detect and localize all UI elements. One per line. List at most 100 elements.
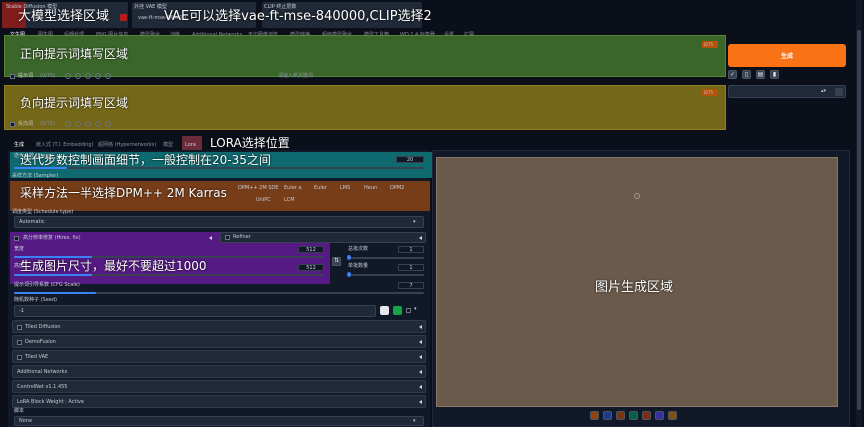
subtab-generate[interactable]: 生成	[14, 142, 24, 149]
schedule-label: 调度类型 (Schedule type)	[12, 209, 74, 215]
clear-icon[interactable]	[65, 121, 71, 127]
batch-size-slider[interactable]	[348, 274, 424, 276]
extension-row[interactable]: Tiled VAE	[12, 350, 426, 363]
collapse-left-icon	[419, 236, 422, 240]
image-icon[interactable]	[629, 411, 638, 420]
annotation-lora: LORA选择位置	[210, 136, 290, 150]
trash-icon[interactable]: ▯	[742, 70, 751, 79]
refiner-label: Refiner	[233, 234, 251, 240]
sampler-option[interactable]: DPM2	[390, 185, 404, 192]
extension-row[interactable]: DemoFusion	[12, 335, 426, 348]
seed-label: 随机数种子 (Seed)	[14, 297, 57, 303]
positive-token-count: 0/75	[702, 41, 718, 48]
negative-tool-icons	[65, 121, 125, 128]
steps-value[interactable]: 20	[396, 156, 424, 163]
extension-row[interactable]: Additional Networks	[12, 365, 426, 378]
output-toolbar	[590, 410, 686, 422]
sampler-option[interactable]: UniPC	[256, 197, 271, 204]
extension-checkbox[interactable]	[17, 340, 22, 345]
negative-toggle-checkbox[interactable]	[10, 122, 15, 127]
sampler-option[interactable]: Euler	[314, 185, 327, 192]
chevron-down-icon: ▾	[414, 306, 417, 312]
annotation-model: 大模型选择区域	[18, 9, 110, 24]
width-label: 宽度	[14, 246, 25, 252]
batch-size-handle[interactable]	[347, 272, 351, 277]
positive-tool-icons	[65, 73, 125, 80]
refresh-styles-icon[interactable]	[835, 88, 843, 96]
recycle-icon[interactable]	[393, 306, 402, 315]
dice-icon[interactable]	[380, 306, 389, 315]
vae-label: 外挂 VAE 模型	[134, 4, 167, 10]
negative-counter: (0/75)	[40, 121, 56, 127]
positive-toggle-checkbox[interactable]	[10, 74, 15, 79]
extension-row[interactable]: LoRA Block Weight : Active	[12, 395, 426, 408]
collapse-left-icon	[419, 400, 422, 404]
subtab-embedding[interactable]: 嵌入式 (T.I. Embedding)	[36, 142, 94, 149]
copy-icon[interactable]	[95, 73, 101, 79]
translate-icon[interactable]	[85, 121, 91, 127]
extension-row[interactable]: ControlNet v1.1.455	[12, 380, 426, 393]
page-scrollbar[interactable]	[856, 0, 862, 427]
sampler-option[interactable]: Heun	[364, 185, 377, 192]
generate-button[interactable]: 生成	[728, 44, 846, 67]
batch-count-slider[interactable]	[348, 257, 424, 259]
collapse-left-icon	[419, 385, 422, 389]
hires-fix-toggle[interactable]: 高分辨率修复 (Hires. fix)	[14, 234, 218, 243]
save-style-icon[interactable]: ▮	[770, 70, 779, 79]
sampler-option[interactable]: Euler a	[284, 185, 302, 192]
width-value[interactable]: 512	[298, 246, 324, 253]
style-tool-row: ✓ ▯ ▤ ▮	[728, 70, 846, 82]
refiner-toggle[interactable]: Refiner	[220, 232, 426, 243]
generate-label: 生成	[780, 53, 793, 60]
subtab-checkpoints[interactable]: 模型	[163, 142, 173, 149]
sampler-option[interactable]: LMS	[340, 185, 350, 192]
batch-size-label: 单批数量	[348, 263, 369, 269]
zip-icon[interactable]	[616, 411, 625, 420]
hires-checkbox[interactable]	[14, 236, 19, 241]
clear-icon[interactable]	[65, 73, 71, 79]
cfg-value[interactable]: 7	[398, 282, 424, 289]
collapse-left-icon	[419, 325, 422, 329]
seed-input[interactable]: -1	[14, 305, 376, 317]
annotation-positive: 正向提示词填写区域	[20, 47, 129, 61]
webui-root: Stable Diffusion 模型 外挂 VAE 模型 vae-ft-mse…	[0, 0, 864, 427]
subtab-hypernetworks[interactable]: 超网络 (Hypernetworks)	[98, 142, 156, 149]
save-icon[interactable]	[603, 411, 612, 420]
paste-icon[interactable]	[105, 73, 111, 79]
steps-slider-track[interactable]	[14, 167, 424, 169]
annotation-steps: 迭代步数控制画面细节，一般控制在20-35之间	[20, 153, 271, 167]
extension-list: Tiled Diffusion DemoFusion Tiled VAE Add…	[12, 320, 426, 408]
undo-icon[interactable]	[75, 73, 81, 79]
batch-size-value[interactable]: 1	[398, 264, 424, 271]
batch-count-handle[interactable]	[347, 255, 351, 260]
folder-icon[interactable]	[590, 411, 599, 420]
refiner-checkbox[interactable]	[225, 235, 230, 240]
translate-icon[interactable]	[85, 73, 91, 79]
copy-icon[interactable]	[95, 121, 101, 127]
script-dropdown[interactable]: None ▾	[14, 416, 424, 426]
check-icon[interactable]: ✓	[728, 70, 737, 79]
styles-dropdown[interactable]: ▴▾	[728, 85, 846, 98]
sampler-option[interactable]: LCM	[284, 197, 295, 204]
extension-row[interactable]: Tiled Diffusion	[12, 320, 426, 333]
height-value[interactable]: 512	[298, 264, 324, 271]
upscale-icon[interactable]	[655, 411, 664, 420]
schedule-dropdown[interactable]: Automatic ▾	[14, 216, 424, 228]
refresh-model-button[interactable]	[120, 14, 127, 21]
paint-icon[interactable]	[642, 411, 651, 420]
extra-seed-checkbox[interactable]	[406, 308, 411, 313]
height-slider-fill	[14, 274, 92, 276]
clipboard-icon[interactable]: ▤	[756, 70, 765, 79]
annotation-sampler: 采样方法一半选择DPM++ 2M Karras	[20, 186, 227, 200]
extension-checkbox[interactable]	[17, 355, 22, 360]
batch-count-value[interactable]: 1	[398, 246, 424, 253]
cfg-label: 提示词引导系数 (CFG Scale)	[14, 282, 80, 288]
batch-count-label: 总批次数	[348, 246, 369, 252]
swap-dimensions-button[interactable]: ⇅	[332, 257, 341, 266]
sampler-option[interactable]: DPM++ 2M SDE	[238, 185, 278, 192]
undo-icon[interactable]	[75, 121, 81, 127]
paste-icon[interactable]	[105, 121, 111, 127]
star-icon[interactable]	[668, 411, 677, 420]
hires-label: 高分辨率修复 (Hires. fix)	[23, 235, 81, 241]
extension-checkbox[interactable]	[17, 325, 22, 330]
